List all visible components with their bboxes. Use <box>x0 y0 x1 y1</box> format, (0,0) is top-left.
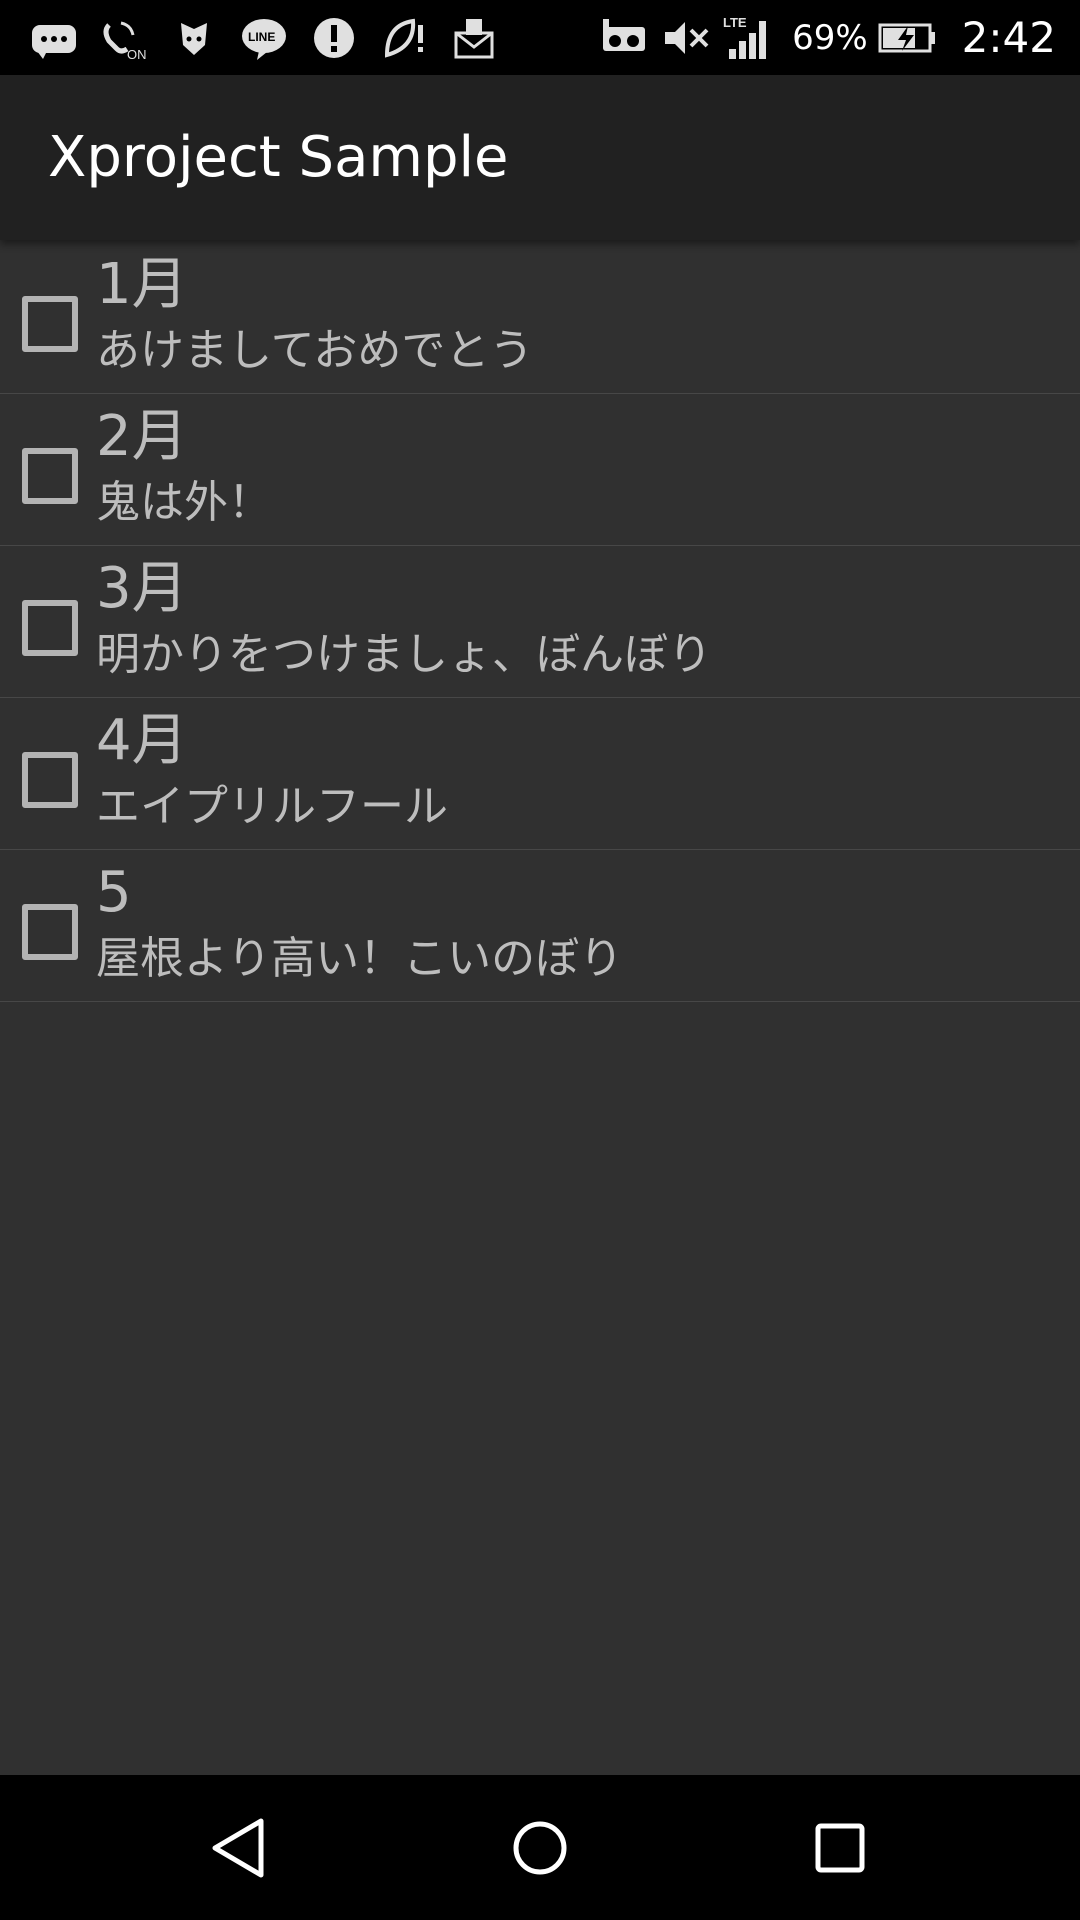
checkbox-container[interactable] <box>0 850 96 1001</box>
list-item[interactable]: 2月 鬼は外！ <box>0 394 1080 546</box>
list-item-description: あけましておめでとう <box>96 325 534 376</box>
list-item-text: 5 屋根より高い！こいのぼり <box>96 858 1056 990</box>
checkbox[interactable] <box>22 751 78 808</box>
home-button[interactable] <box>460 1775 620 1920</box>
list-item-title: 1月 <box>96 252 188 317</box>
list-item[interactable]: 1月 あけましておめでとう <box>0 242 1080 394</box>
app-bar: Xproject Sample <box>0 75 1080 240</box>
system-icons: LTE 69% 2:42 <box>598 0 1056 75</box>
app-title: Xproject Sample <box>48 125 509 190</box>
checkbox-container[interactable] <box>0 242 96 393</box>
checkbox-list: 1月 あけましておめでとう 2月 鬼は外！ 3月 明かりをつけましょ、ぼんぼり … <box>0 242 1080 1002</box>
recents-icon <box>815 1823 865 1872</box>
list-item[interactable]: 3月 明かりをつけましょ、ぼんぼり <box>0 546 1080 698</box>
svg-text:LINE: LINE <box>248 30 275 44</box>
home-icon <box>513 1821 567 1874</box>
notification-icons: ON LINE <box>28 0 500 75</box>
checkbox-container[interactable] <box>0 394 96 545</box>
list-item[interactable]: 4月 エイプリルフール <box>0 698 1080 850</box>
message-icon <box>28 12 80 64</box>
list-item-description: 鬼は外！ <box>96 477 272 528</box>
list-item-text: 3月 明かりをつけましょ、ぼんぼり <box>96 554 1056 686</box>
lte-signal-icon: LTE <box>722 12 774 64</box>
list-item-text: 2月 鬼は外！ <box>96 402 1056 534</box>
svg-text:LTE: LTE <box>723 15 747 30</box>
recents-button[interactable] <box>760 1775 920 1920</box>
status-bar: ON LINE LTE 69% 2:42 <box>0 0 1080 75</box>
checkbox[interactable] <box>22 447 78 504</box>
shield-app-icon <box>168 12 220 64</box>
battery-charging-icon <box>878 12 938 64</box>
back-button[interactable] <box>160 1775 320 1920</box>
list-item-description: エイプリルフール <box>96 781 448 832</box>
list-item-description: 明かりをつけましょ、ぼんぼり <box>96 629 712 680</box>
navigation-bar <box>0 1775 1080 1920</box>
wifi-calling-on-icon: ON <box>98 12 150 64</box>
checkbox-container[interactable] <box>0 546 96 697</box>
checkbox[interactable] <box>22 295 78 352</box>
list-item[interactable]: 5 屋根より高い！こいのぼり <box>0 850 1080 1002</box>
checkbox[interactable] <box>22 599 78 656</box>
mail-app-icon <box>448 12 500 64</box>
list-item-text: 4月 エイプリルフール <box>96 706 1056 838</box>
battery-percent: 69% <box>792 17 868 58</box>
list-item-title: 5 <box>96 860 132 925</box>
list-item-text: 1月 あけましておめでとう <box>96 250 1056 382</box>
alert-icon <box>308 12 360 64</box>
checkbox[interactable] <box>22 903 78 960</box>
list-item-description: 屋根より高い！こいのぼり <box>96 933 624 984</box>
svg-text:ON: ON <box>127 47 147 62</box>
list-item-title: 3月 <box>96 556 188 621</box>
voicemail-icon <box>598 12 650 64</box>
line-app-icon: LINE <box>238 12 290 64</box>
leaf-alert-icon <box>378 12 430 64</box>
clock: 2:42 <box>961 13 1056 62</box>
checkbox-container[interactable] <box>0 698 96 849</box>
back-icon <box>212 1818 264 1877</box>
mute-icon <box>660 12 712 64</box>
list-item-title: 2月 <box>96 404 188 469</box>
list-item-title: 4月 <box>96 708 188 773</box>
